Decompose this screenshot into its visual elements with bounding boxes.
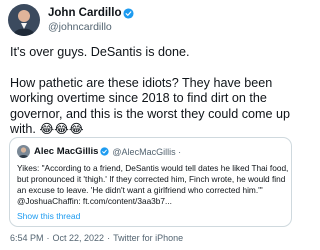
- verified-badge-icon: [123, 7, 135, 19]
- author-handle[interactable]: @johncardillo: [48, 20, 134, 34]
- quoted-tweet-text: Yikes: "According to a friend, DeSantis …: [17, 163, 289, 206]
- tweet-date[interactable]: Oct 22, 2022: [53, 233, 105, 243]
- show-thread-link[interactable]: Show this thread: [17, 211, 80, 221]
- quoted-verified-badge-icon: [100, 147, 110, 156]
- tweet-client[interactable]: Twitter for iPhone: [113, 233, 183, 243]
- quoted-author-display-name: Alec MacGillis: [34, 146, 99, 157]
- tweet-text-line1: It's over guys. DeSantis is done.: [10, 45, 190, 59]
- tweet-card: John Cardillo @johncardillo It's over gu…: [0, 0, 300, 250]
- quoted-author-handle: @AlecMacGillis ·: [112, 146, 182, 157]
- meta-separator: ·: [107, 233, 111, 243]
- quoted-author-avatar: [17, 145, 30, 158]
- meta-separator: ·: [46, 233, 50, 243]
- tweet-text-paragraph2: How pathetic are these idiots? They have…: [10, 75, 291, 137]
- tweet-metadata: 6:54 PM · Oct 22, 2022 · Twitter for iPh…: [10, 233, 183, 243]
- author-names: John Cardillo @johncardillo: [48, 6, 135, 34]
- author-name-row: John Cardillo: [48, 6, 135, 20]
- author-display-name[interactable]: John Cardillo: [48, 6, 121, 20]
- tweet-text: It's over guys. DeSantis is done. How pa…: [10, 45, 295, 138]
- quoted-tweet-header: Alec MacGillis @AlecMacGillis ·: [17, 145, 181, 158]
- author-avatar[interactable]: [8, 4, 40, 36]
- quoted-tweet[interactable]: Alec MacGillis @AlecMacGillis · Yikes: "…: [9, 137, 292, 227]
- tweet-time[interactable]: 6:54 PM: [10, 233, 44, 243]
- tweet-header: John Cardillo @johncardillo: [8, 3, 135, 37]
